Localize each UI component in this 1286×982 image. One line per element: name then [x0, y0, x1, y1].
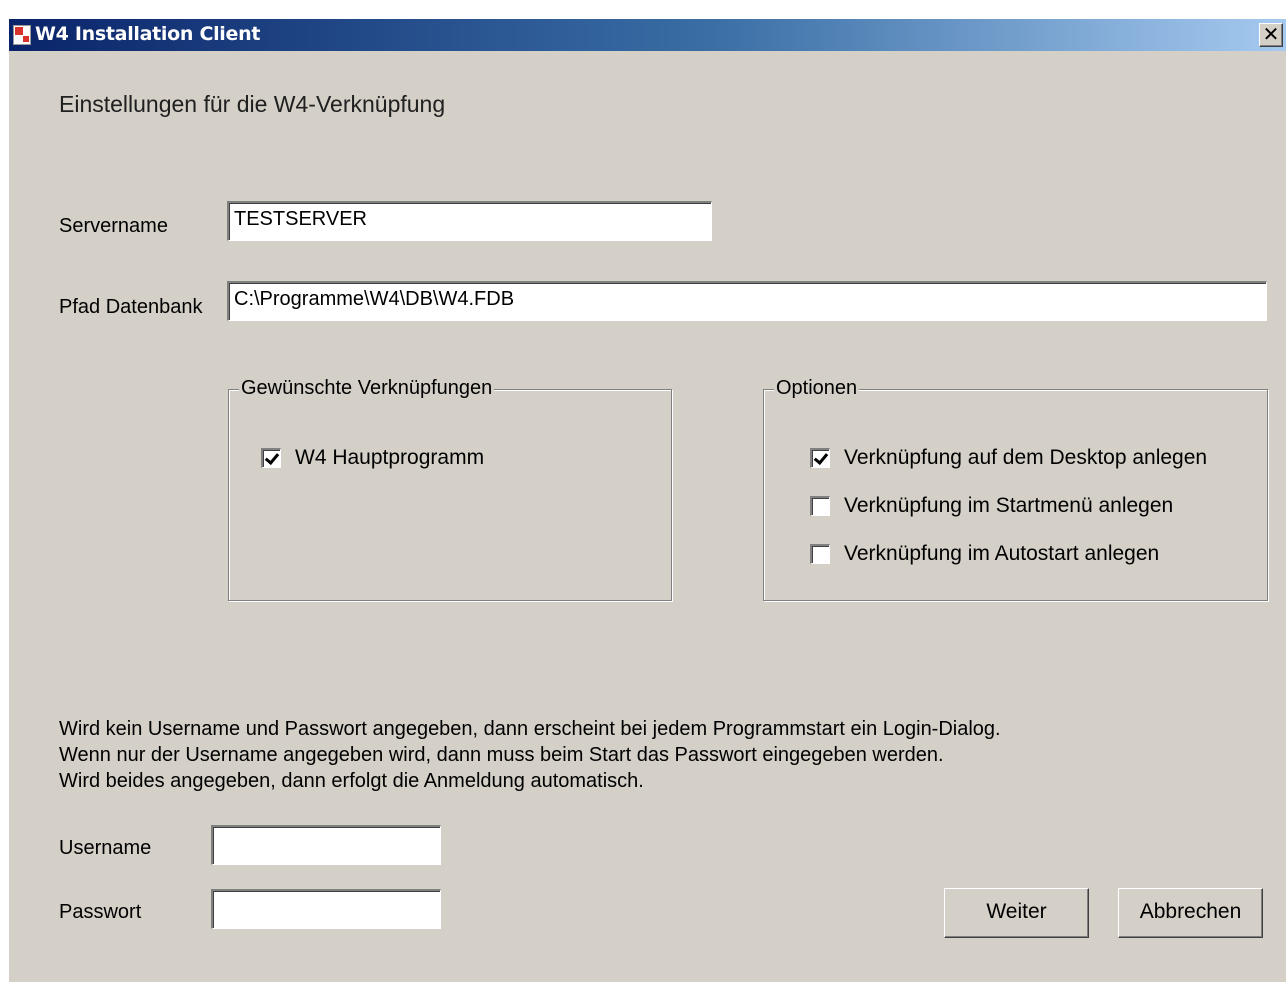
checkbox-label: Verknüpfung im Startmenü anlegen: [844, 494, 1174, 517]
checkbox-checked-icon[interactable]: [810, 448, 830, 468]
window-title: W4 Installation Client: [35, 23, 261, 45]
checkbox-label: W4 Hauptprogramm: [295, 446, 485, 469]
checkbox-label: Verknüpfung im Autostart anlegen: [844, 542, 1160, 565]
servername-input[interactable]: TESTSERVER: [227, 201, 712, 241]
title-bar[interactable]: W4 Installation Client ✕: [9, 19, 1286, 51]
checkbox-startmenu-shortcut[interactable]: Verknüpfung im Startmenü anlegen: [810, 494, 1173, 518]
app-icon: [13, 25, 31, 45]
options-groupbox: Optionen Verknüpfung auf dem Desktop anl…: [763, 377, 1268, 601]
username-input[interactable]: [211, 825, 441, 865]
checkbox-label: Verknüpfung auf dem Desktop anlegen: [844, 446, 1208, 469]
password-label: Passwort: [59, 901, 142, 923]
database-path-label: Pfad Datenbank: [59, 296, 203, 318]
close-button[interactable]: ✕: [1259, 23, 1283, 47]
shortcuts-groupbox: Gewünschte Verknüpfungen W4 Hauptprogram…: [228, 377, 672, 601]
checkbox-unchecked-icon[interactable]: [810, 544, 830, 564]
installer-window: W4 Installation Client ✕ Einstellungen f…: [8, 18, 1286, 982]
password-input[interactable]: [211, 889, 441, 929]
checkbox-desktop-shortcut[interactable]: Verknüpfung auf dem Desktop anlegen: [810, 446, 1207, 470]
page-heading: Einstellungen für die W4-Verknüpfung: [59, 91, 446, 117]
checkbox-autostart-shortcut[interactable]: Verknüpfung im Autostart anlegen: [810, 542, 1159, 566]
info-line: Wird beides angegeben, dann erfolgt die …: [59, 770, 644, 792]
username-label: Username: [59, 837, 152, 859]
login-info-text: Wird kein Username und Passwort angegebe…: [59, 716, 1001, 794]
info-line: Wird kein Username und Passwort angegebe…: [59, 718, 1001, 740]
info-line: Wenn nur der Username angegeben wird, da…: [59, 744, 944, 766]
shortcuts-group-title: Gewünschte Verknüpfungen: [239, 377, 495, 400]
servername-label: Servername: [59, 215, 168, 237]
checkbox-unchecked-icon[interactable]: [810, 496, 830, 516]
cancel-button[interactable]: Abbrechen: [1118, 888, 1263, 938]
database-path-input[interactable]: C:\Programme\W4\DB\W4.FDB: [227, 281, 1267, 321]
checkbox-checked-icon[interactable]: [261, 448, 281, 468]
next-button[interactable]: Weiter: [944, 888, 1089, 938]
checkbox-main-program[interactable]: W4 Hauptprogramm: [261, 446, 484, 470]
options-group-title: Optionen: [774, 377, 860, 400]
